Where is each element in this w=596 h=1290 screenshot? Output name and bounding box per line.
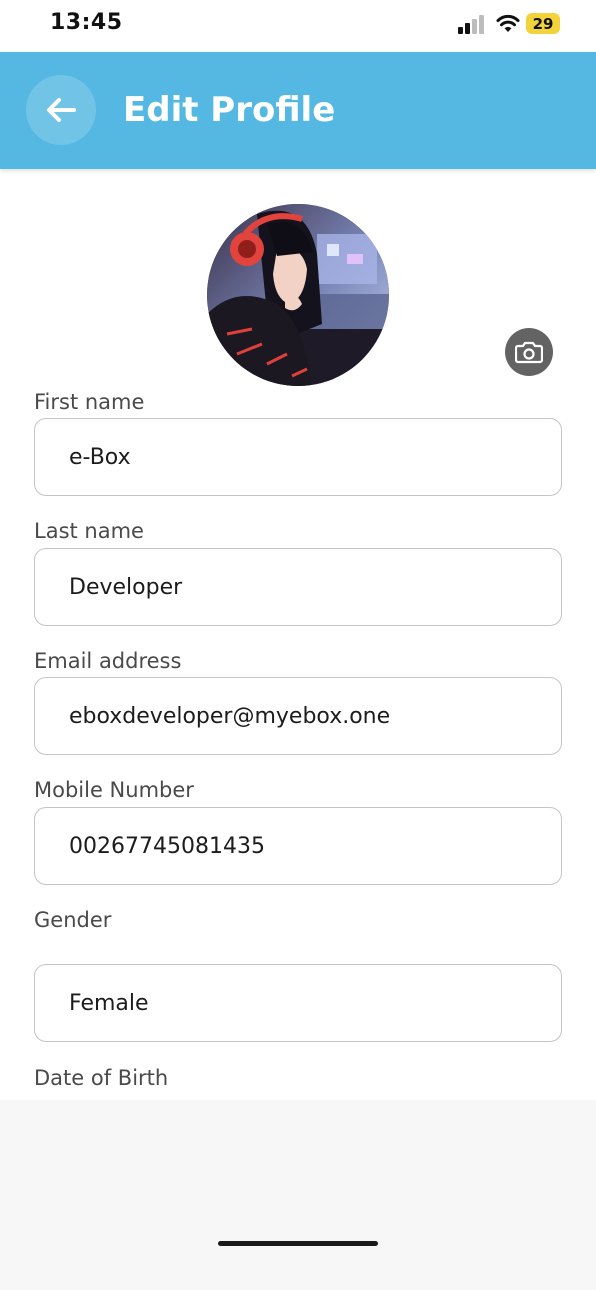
first-name-field[interactable] xyxy=(34,418,562,496)
battery-icon: 29 xyxy=(526,13,560,34)
app-bar: Edit Profile xyxy=(0,52,596,169)
page-title: Edit Profile xyxy=(123,90,336,130)
email-field[interactable] xyxy=(34,677,562,755)
email-label: Email address xyxy=(34,649,182,673)
mobile-label: Mobile Number xyxy=(34,778,194,802)
mobile-field[interactable] xyxy=(34,807,562,885)
email-input[interactable] xyxy=(69,703,561,729)
avatar[interactable] xyxy=(207,204,389,386)
gender-value: Female xyxy=(69,990,149,1016)
status-time: 13:45 xyxy=(50,10,123,35)
wifi-icon xyxy=(496,14,520,32)
gender-label: Gender xyxy=(34,908,112,932)
first-name-label: First name xyxy=(34,390,145,414)
dob-label: Date of Birth xyxy=(34,1066,169,1090)
arrow-left-icon xyxy=(47,98,76,122)
last-name-field[interactable] xyxy=(34,548,562,626)
battery-level: 29 xyxy=(532,14,554,33)
avatar-image xyxy=(207,204,389,386)
signal-icon xyxy=(458,15,484,34)
first-name-input[interactable] xyxy=(69,444,561,470)
status-bar: 13:45 29 xyxy=(0,0,596,52)
mobile-input[interactable] xyxy=(69,833,561,859)
change-photo-button[interactable] xyxy=(505,328,553,376)
last-name-label: Last name xyxy=(34,519,144,543)
back-button[interactable] xyxy=(26,75,96,145)
bottom-area xyxy=(0,1100,596,1290)
camera-icon xyxy=(515,341,543,364)
home-indicator xyxy=(218,1241,378,1246)
last-name-input[interactable] xyxy=(69,574,561,600)
gender-select[interactable]: Female xyxy=(34,964,562,1042)
